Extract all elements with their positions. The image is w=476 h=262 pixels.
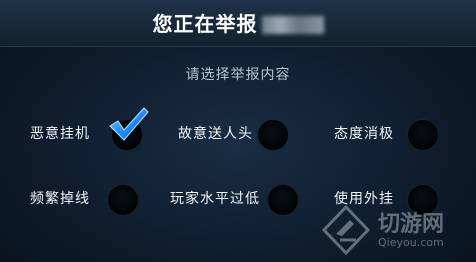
radio-circle-icon[interactable] (408, 120, 438, 150)
report-dialog: 您正在举报 请选择举报内容 恶意挂机 故意送人头 态度消极 频繁掉线 玩家水平过… (0, 0, 476, 262)
option-feeding[interactable]: 故意送人头 (178, 116, 298, 150)
radio-circle-icon[interactable] (108, 185, 138, 215)
radio-circle-icon[interactable] (258, 120, 288, 150)
watermark-logo-icon (321, 204, 371, 256)
option-label: 故意送人头 (178, 126, 253, 142)
dialog-title-text: 您正在举报 (152, 12, 258, 36)
dialog-title: 您正在举报 (0, 8, 476, 37)
option-label: 恶意挂机 (30, 126, 90, 142)
blurred-player-name (261, 16, 324, 34)
option-disconnect[interactable]: 频繁掉线 (30, 181, 150, 215)
watermark-text: 切游网 (378, 212, 445, 237)
option-label: 态度消极 (334, 126, 394, 142)
option-low-skill[interactable]: 玩家水平过低 (170, 181, 310, 215)
dialog-header: 您正在举报 (0, 0, 476, 47)
radio-circle-icon[interactable] (268, 185, 298, 215)
option-negative-attitude[interactable]: 态度消极 (334, 116, 454, 150)
checkmark-icon (109, 107, 149, 141)
option-idle[interactable]: 恶意挂机 (30, 107, 150, 150)
option-label: 玩家水平过低 (170, 191, 260, 207)
site-watermark: 切游网 Qieyou.com (320, 204, 470, 256)
dialog-subtitle: 请选择举报内容 (185, 67, 291, 83)
watermark-url: Qieyou.com (378, 236, 444, 249)
option-label: 频繁掉线 (30, 191, 90, 207)
